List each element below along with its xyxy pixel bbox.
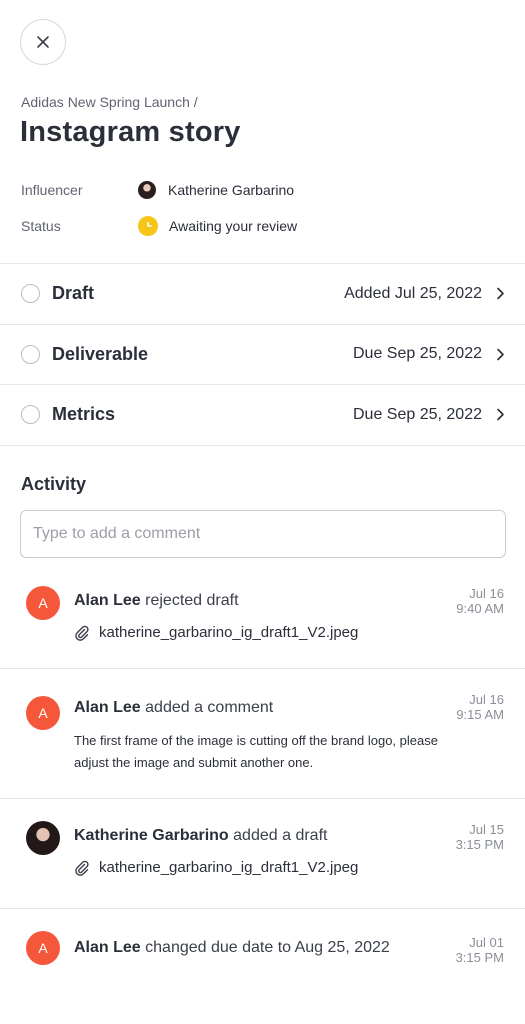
activity-item: A Alan Lee changed due date to Aug 25, 2… (0, 909, 525, 1019)
avatar (138, 181, 156, 199)
chevron-right-icon (496, 408, 505, 421)
task-row-draft[interactable]: Draft Added Jul 25, 2022 (0, 264, 525, 325)
avatar: A (26, 696, 60, 730)
activity-actor[interactable]: Alan Lee (74, 939, 141, 956)
comment-input[interactable] (20, 510, 506, 558)
activity-item: A Alan Lee added a comment Jul 16 9:15 AM… (0, 669, 525, 799)
activity-date: Jul 16 (469, 692, 504, 707)
attachment-filename: katherine_garbarino_ig_draft1_V2.jpeg (99, 624, 359, 641)
activity-action: rejected draft (145, 592, 239, 609)
activity-heading: Activity (21, 474, 87, 494)
paperclip-icon (75, 625, 89, 641)
activity-time: 9:40 AM (456, 601, 504, 616)
influencer-value[interactable]: Katherine Garbarino (138, 181, 294, 199)
task-radio[interactable] (21, 284, 40, 304)
status-label: Status (21, 218, 61, 234)
influencer-label: Influencer (21, 182, 83, 198)
activity-actor[interactable]: Katherine Garbarino (74, 827, 229, 844)
status-value: Awaiting your review (138, 216, 297, 236)
task-list: Draft Added Jul 25, 2022 Deliverable Due… (0, 263, 525, 446)
task-date: Added Jul 25, 2022 (344, 284, 482, 302)
activity-title: Alan Lee added a comment (74, 697, 434, 719)
comment-text: The first frame of the image is cutting … (74, 733, 438, 770)
close-icon (37, 36, 49, 48)
activity-date: Jul 15 (469, 822, 504, 837)
influencer-name: Katherine Garbarino (168, 182, 295, 198)
close-button[interactable] (20, 19, 66, 65)
activity-title: Katherine Garbarino added a draft (74, 825, 434, 847)
attachment-link[interactable]: katherine_garbarino_ig_draft1_V2.jpeg (74, 624, 358, 641)
activity-action: added a draft (233, 827, 328, 844)
activity-timestamp: Jul 01 3:15 PM (456, 935, 504, 965)
breadcrumb[interactable]: Adidas New Spring Launch / (21, 94, 198, 110)
activity-timestamp: Jul 16 9:40 AM (456, 586, 504, 616)
attachment-filename: katherine_garbarino_ig_draft1_V2.jpeg (99, 859, 359, 876)
task-date: Due Sep 25, 2022 (353, 345, 482, 363)
activity-title: Alan Lee changed due date to Aug 25, 202… (74, 937, 404, 959)
activity-action: added a comment (145, 699, 274, 716)
task-row-deliverable[interactable]: Deliverable Due Sep 25, 2022 (0, 325, 525, 385)
paperclip-icon (75, 860, 89, 876)
activity-item: Katherine Garbarino added a draft Jul 15… (0, 799, 525, 909)
task-radio[interactable] (21, 405, 40, 425)
activity-time: 9:15 AM (456, 707, 504, 722)
task-radio[interactable] (21, 344, 40, 364)
task-name: Deliverable (52, 343, 149, 364)
activity-date: Jul 01 (469, 935, 504, 950)
activity-date: Jul 16 (469, 586, 504, 601)
activity-title: Alan Lee rejected draft (74, 590, 434, 612)
avatar: A (26, 931, 60, 965)
clock-icon (138, 216, 158, 236)
activity-action: changed due date to Aug 25, 2022 (145, 939, 390, 956)
avatar (26, 821, 60, 855)
task-row-metrics[interactable]: Metrics Due Sep 25, 2022 (0, 385, 525, 446)
status-row: Status Awaiting your review (21, 214, 501, 238)
task-name: Metrics (52, 404, 116, 425)
task-name: Draft (52, 283, 95, 304)
task-date: Due Sep 25, 2022 (353, 405, 482, 423)
page-title: Instagram story (20, 116, 241, 148)
activity-time: 3:15 PM (455, 837, 504, 852)
activity-actor[interactable]: Alan Lee (74, 592, 141, 609)
status-badge: Awaiting your review (169, 218, 298, 234)
activity-feed: A Alan Lee rejected draft Jul 16 9:40 AM … (0, 572, 525, 1019)
chevron-right-icon (496, 348, 505, 361)
attachment-link[interactable]: katherine_garbarino_ig_draft1_V2.jpeg (74, 859, 358, 876)
avatar: A (26, 586, 60, 620)
activity-time: 3:15 PM (455, 950, 504, 965)
activity-timestamp: Jul 15 3:15 PM (456, 822, 504, 852)
chevron-right-icon (496, 287, 505, 300)
influencer-row: Influencer Katherine Garbarino (21, 178, 501, 202)
activity-actor[interactable]: Alan Lee (74, 699, 141, 716)
activity-item: A Alan Lee rejected draft Jul 16 9:40 AM … (0, 572, 525, 669)
activity-timestamp: Jul 16 9:15 AM (456, 692, 504, 722)
